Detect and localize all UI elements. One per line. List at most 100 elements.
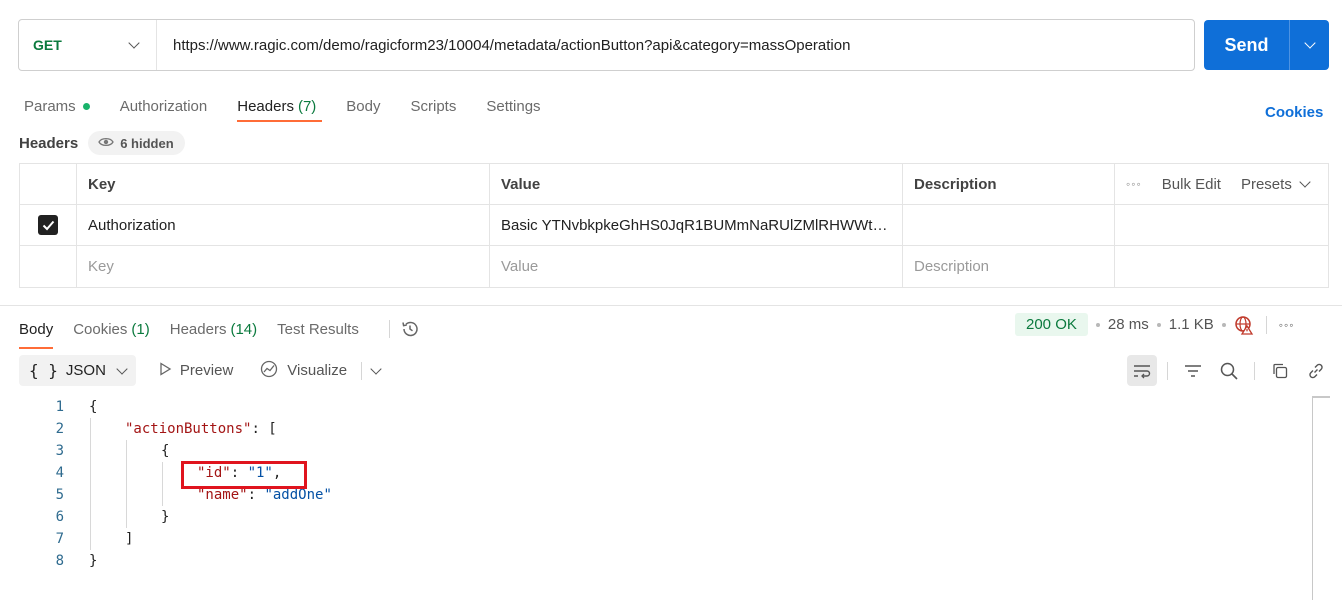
new-key-input[interactable]: Key bbox=[77, 246, 490, 287]
visualize-label: Visualize bbox=[287, 362, 348, 379]
header-description-cell[interactable] bbox=[903, 205, 1115, 245]
table-actions: ◦◦◦ Bulk Edit Presets bbox=[1115, 164, 1328, 204]
code-text: "name": "addOne" bbox=[197, 487, 332, 503]
visualize-icon bbox=[259, 359, 279, 383]
separator-dot bbox=[1221, 322, 1226, 327]
hidden-headers-label: 6 hidden bbox=[120, 135, 174, 151]
response-time[interactable]: 28 ms bbox=[1108, 316, 1149, 333]
wrap-lines-icon[interactable] bbox=[1127, 355, 1157, 386]
response-status-bar: 200 OK 28 ms 1.1 KB ◦◦◦ bbox=[1015, 313, 1295, 336]
tab-headers[interactable]: Headers (7) bbox=[237, 90, 323, 122]
json-punct: : bbox=[247, 487, 265, 503]
tab-params-label: Params bbox=[24, 97, 76, 115]
tab-authorization-label: Authorization bbox=[119, 97, 208, 115]
code-text: { bbox=[161, 443, 170, 459]
separator-dot bbox=[1095, 322, 1100, 327]
code-text: "actionButtons": [ bbox=[125, 421, 277, 437]
line-number: 1 bbox=[55, 399, 64, 415]
tab-response-headers-label: Headers bbox=[169, 320, 227, 338]
tab-body-label: Body bbox=[346, 97, 381, 115]
response-actions bbox=[1127, 355, 1331, 386]
search-icon[interactable] bbox=[1214, 355, 1244, 386]
tab-body[interactable]: Body bbox=[346, 90, 380, 122]
chevron-down-icon[interactable] bbox=[370, 362, 382, 375]
json-key: "actionButtons" bbox=[125, 421, 252, 437]
tab-settings[interactable]: Settings bbox=[486, 90, 540, 122]
history-icon[interactable] bbox=[400, 319, 420, 339]
select-column-header bbox=[20, 164, 77, 204]
request-tabs: Params Authorization Headers (7) Body Sc… bbox=[24, 90, 571, 124]
line-number: 3 bbox=[55, 443, 64, 459]
tab-response-headers-count: (14) bbox=[230, 320, 258, 338]
eye-icon bbox=[98, 136, 114, 151]
scrollbar-cap bbox=[1312, 396, 1330, 398]
send-button-group: Send bbox=[1204, 20, 1329, 70]
format-label: JSON bbox=[65, 362, 106, 379]
response-size[interactable]: 1.1 KB bbox=[1169, 316, 1214, 333]
method-select[interactable]: GET bbox=[19, 20, 157, 70]
cookies-link[interactable]: Cookies bbox=[1265, 104, 1323, 121]
indent-guide bbox=[90, 418, 91, 550]
copy-icon[interactable] bbox=[1265, 355, 1295, 386]
tab-headers-count: (7) bbox=[297, 97, 317, 115]
json-key: "name" bbox=[197, 487, 248, 503]
filter-icon[interactable] bbox=[1178, 355, 1208, 386]
url-input[interactable]: https://www.ragic.com/demo/ragicform23/1… bbox=[157, 37, 850, 54]
params-active-dot bbox=[82, 102, 90, 110]
indent-guide bbox=[162, 462, 163, 506]
link-icon[interactable] bbox=[1301, 355, 1331, 386]
new-value-input[interactable]: Value bbox=[490, 246, 903, 287]
more-options-icon[interactable]: ◦◦◦ bbox=[1126, 177, 1142, 191]
hidden-headers-toggle[interactable]: 6 hidden bbox=[88, 131, 185, 155]
braces-icon: { } bbox=[29, 361, 58, 380]
header-value-cell[interactable]: Basic YTNvbkpkeGhHS0JqR1BUMmNaRUlZMlRHWW… bbox=[490, 205, 903, 245]
code-text: } bbox=[161, 509, 170, 525]
presets-dropdown[interactable]: Presets bbox=[1240, 175, 1311, 193]
format-select[interactable]: { } JSON bbox=[19, 355, 136, 386]
line-number: 4 bbox=[55, 465, 64, 481]
response-body-editor[interactable]: 1 { 2 "actionButtons": [ 3 { 4 "id": "1"… bbox=[0, 396, 1310, 600]
response-toolbar: { } JSON Preview Visualize bbox=[19, 355, 382, 386]
tab-scripts-label: Scripts bbox=[410, 97, 457, 115]
json-punct: : [ bbox=[251, 421, 277, 437]
tab-response-cookies[interactable]: Cookies (1) bbox=[73, 315, 150, 343]
tab-authorization[interactable]: Authorization bbox=[120, 90, 208, 122]
tab-params[interactable]: Params bbox=[24, 90, 90, 122]
actions-separator bbox=[1167, 361, 1168, 380]
line-number: 7 bbox=[55, 531, 64, 547]
tab-scripts[interactable]: Scripts bbox=[411, 90, 457, 122]
chevron-down-icon bbox=[1299, 176, 1311, 188]
more-options-icon[interactable]: ◦◦◦ bbox=[1279, 318, 1295, 332]
indent-guide bbox=[126, 440, 127, 528]
table-row-new: Key Value Description bbox=[20, 246, 1328, 287]
network-warning-icon[interactable] bbox=[1234, 315, 1254, 335]
toolbar-separator bbox=[361, 361, 363, 380]
tab-test-results-label: Test Results bbox=[277, 320, 359, 338]
visualize-button[interactable]: Visualize bbox=[259, 359, 347, 383]
send-options-button[interactable] bbox=[1289, 20, 1329, 70]
status-badge[interactable]: 200 OK bbox=[1015, 313, 1088, 336]
headers-section-title: Headers bbox=[19, 134, 79, 152]
json-string: "addOne" bbox=[264, 487, 332, 503]
preview-button[interactable]: Preview bbox=[158, 361, 234, 380]
bulk-edit-button[interactable]: Bulk Edit bbox=[1162, 176, 1221, 193]
header-key-cell[interactable]: Authorization bbox=[77, 205, 490, 245]
table-header-row: Key Value Description ◦◦◦ Bulk Edit Pres… bbox=[20, 164, 1328, 205]
tab-response-body-label: Body bbox=[19, 320, 54, 338]
presets-label: Presets bbox=[1240, 175, 1292, 193]
tab-headers-label: Headers bbox=[237, 97, 294, 115]
code-text: ] bbox=[125, 531, 134, 547]
new-description-input[interactable]: Description bbox=[903, 246, 1115, 287]
row-checkbox[interactable] bbox=[38, 215, 58, 235]
table-actions-group: ◦◦◦ Bulk Edit Presets bbox=[1126, 175, 1311, 193]
tab-response-body[interactable]: Body bbox=[19, 315, 54, 349]
send-button[interactable]: Send bbox=[1204, 20, 1289, 70]
table-row: Authorization Basic YTNvbkpkeGhHS0JqR1BU… bbox=[20, 205, 1328, 246]
separator-dot bbox=[1156, 322, 1161, 327]
editor-scrollbar[interactable] bbox=[1312, 396, 1313, 600]
column-header-description: Description bbox=[903, 164, 1115, 204]
preview-label: Preview bbox=[179, 362, 234, 379]
tab-response-headers[interactable]: Headers (14) bbox=[170, 315, 257, 343]
tab-test-results[interactable]: Test Results bbox=[277, 315, 359, 343]
headers-section-header: Headers 6 hidden bbox=[19, 131, 185, 155]
